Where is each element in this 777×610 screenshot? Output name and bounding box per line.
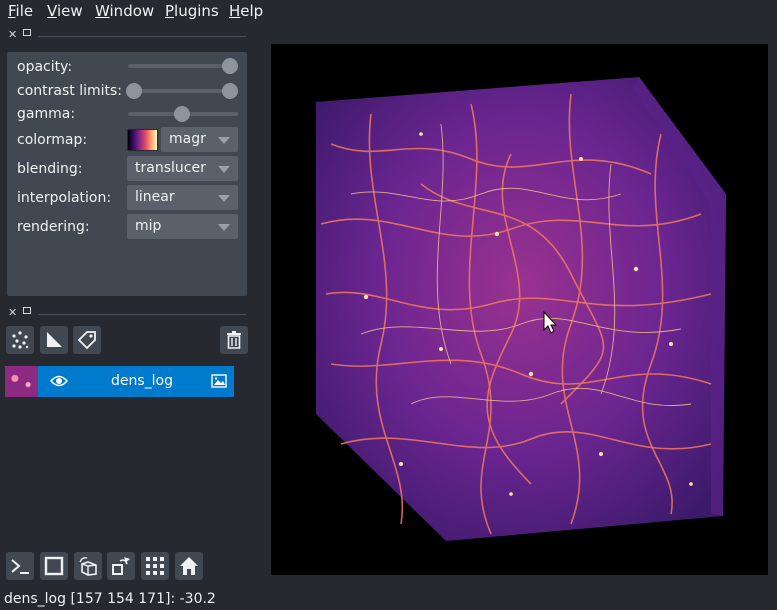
rendering-value: mip: [135, 218, 162, 234]
layer-list-item[interactable]: dens_log: [5, 366, 234, 397]
cube-rotate-icon: [79, 557, 97, 576]
trash-icon: [227, 331, 241, 349]
blending-dropdown[interactable]: translucer: [127, 156, 238, 181]
eye-icon[interactable]: [50, 374, 68, 388]
menu-bar: File View Window Plugins Help: [0, 0, 777, 22]
layer-controls-dock-title: ✕: [0, 28, 248, 44]
colormap-dropdown[interactable]: magr: [161, 127, 238, 152]
colormap-label: colormap:: [17, 132, 88, 148]
colormap-value: magr: [169, 131, 206, 147]
layer-controls-panel: opacity: contrast limits: gamma: colorma…: [7, 52, 247, 296]
opacity-label: opacity:: [17, 59, 73, 75]
contrast-limits-label: contrast limits:: [17, 83, 122, 99]
viewer-canvas[interactable]: [271, 44, 768, 575]
ndisplay-button[interactable]: [40, 552, 68, 580]
grid-view-button[interactable]: [141, 552, 169, 580]
shapes-icon: [47, 332, 62, 347]
chevron-down-icon: [218, 137, 230, 144]
menu-window[interactable]: Window: [95, 2, 154, 20]
interpolation-label: interpolation:: [17, 190, 112, 206]
console-icon: [11, 559, 29, 574]
close-icon[interactable]: ✕: [8, 306, 17, 319]
volume-render: [316, 77, 726, 541]
colormap-preview: [127, 129, 158, 151]
status-bar: dens_log [157 154 171]: -30.2: [4, 591, 216, 607]
new-points-layer-button[interactable]: [6, 326, 34, 354]
float-icon[interactable]: [23, 29, 31, 36]
transpose-icon: [112, 557, 130, 575]
menu-plugins[interactable]: Plugins: [165, 2, 219, 20]
new-shapes-layer-button[interactable]: [40, 326, 68, 354]
home-icon: [180, 557, 198, 575]
console-button[interactable]: [6, 552, 34, 580]
gamma-slider[interactable]: [128, 106, 238, 122]
menu-help[interactable]: Help: [229, 2, 263, 20]
layer-list-dock-title: ✕: [0, 306, 248, 322]
delete-layer-button[interactable]: [220, 326, 248, 354]
rendering-dropdown[interactable]: mip: [127, 214, 238, 239]
contrast-limits-min-handle[interactable]: [126, 83, 142, 99]
float-icon[interactable]: [23, 307, 31, 314]
layer-name[interactable]: dens_log: [111, 373, 173, 389]
close-icon[interactable]: ✕: [8, 28, 17, 41]
opacity-slider-handle[interactable]: [222, 58, 238, 74]
chevron-down-icon: [218, 224, 230, 231]
gamma-slider-handle[interactable]: [174, 106, 190, 122]
menu-file[interactable]: File: [8, 2, 33, 20]
interpolation-value: linear: [135, 189, 175, 205]
menu-view[interactable]: View: [47, 2, 83, 20]
transpose-dims-button[interactable]: [107, 552, 135, 580]
image-icon: [211, 374, 227, 388]
contrast-limits-slider[interactable]: [126, 83, 238, 99]
labels-icon: [77, 331, 96, 350]
roll-dims-button[interactable]: [74, 552, 102, 580]
interpolation-dropdown[interactable]: linear: [127, 185, 238, 210]
points-icon: [12, 331, 29, 349]
rendering-label: rendering:: [17, 219, 90, 235]
grid-icon: [146, 557, 164, 575]
layer-thumbnail: [5, 366, 38, 397]
contrast-limits-max-handle[interactable]: [222, 83, 238, 99]
dock-divider: [38, 36, 246, 37]
chevron-down-icon: [218, 166, 230, 173]
chevron-down-icon: [218, 195, 230, 202]
blending-label: blending:: [17, 161, 83, 177]
opacity-slider[interactable]: [128, 58, 238, 74]
square-icon: [44, 556, 64, 576]
gamma-label: gamma:: [17, 106, 76, 122]
dock-divider: [38, 314, 246, 315]
home-button[interactable]: [175, 552, 203, 580]
blending-value: translucer: [135, 160, 206, 176]
new-labels-layer-button[interactable]: [73, 326, 101, 354]
